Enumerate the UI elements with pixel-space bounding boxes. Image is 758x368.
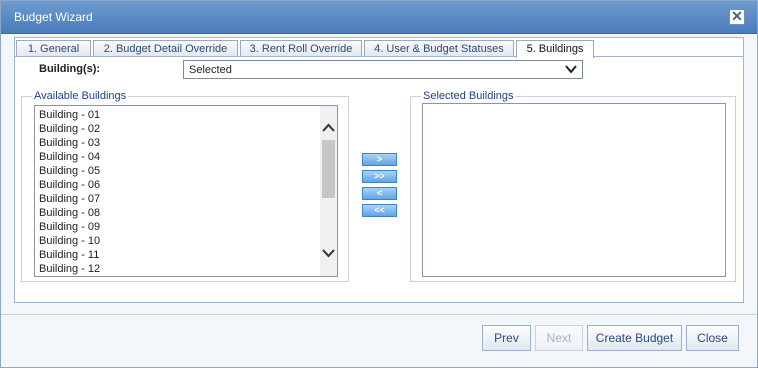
- tab-divider: [15, 56, 743, 57]
- list-item[interactable]: Building - 06: [39, 179, 100, 191]
- move-selected-left-button[interactable]: <: [362, 187, 397, 200]
- list-item[interactable]: Building - 07: [39, 193, 100, 205]
- scroll-thumb[interactable]: [322, 140, 335, 198]
- move-selected-right-button[interactable]: >: [362, 153, 397, 166]
- list-item[interactable]: Building - 04: [39, 151, 100, 163]
- list-item[interactable]: Building - 11: [39, 249, 99, 261]
- tab-user-budget-statuses[interactable]: 4. User & Budget Statuses: [364, 40, 514, 56]
- tab-general[interactable]: 1. General: [16, 40, 91, 56]
- tab-buildings[interactable]: 5. Buildings: [516, 40, 594, 58]
- list-item[interactable]: Building - 03: [39, 137, 100, 149]
- list-item[interactable]: Building - 01: [39, 109, 100, 121]
- list-item[interactable]: Building - 10: [39, 235, 100, 247]
- list-item[interactable]: Building - 05: [39, 165, 100, 177]
- buildings-filter-select[interactable]: Selected: [183, 60, 583, 79]
- move-all-right-button[interactable]: >>: [362, 170, 397, 183]
- list-item[interactable]: Building - 12: [39, 263, 100, 275]
- available-list-scrollbar[interactable]: [320, 106, 337, 276]
- move-all-left-button[interactable]: <<: [362, 204, 397, 217]
- chevron-up-icon[interactable]: [322, 122, 335, 133]
- buildings-filter-label: Building(s):: [39, 63, 101, 75]
- available-buildings-list[interactable]: Building - 01 Building - 02 Building - 0…: [34, 105, 338, 277]
- chevron-down-icon: [565, 65, 577, 74]
- selected-buildings-list[interactable]: [422, 103, 726, 277]
- close-button[interactable]: Close: [686, 325, 739, 351]
- dialog-title: Budget Wizard: [14, 10, 93, 24]
- available-buildings-group: Available Buildings Building - 01 Buildi…: [21, 90, 349, 282]
- close-icon[interactable]: ✕: [729, 9, 745, 25]
- list-item[interactable]: Building - 09: [39, 221, 100, 233]
- title-bar[interactable]: Budget Wizard ✕: [1, 1, 757, 34]
- tab-budget-detail-override[interactable]: 2. Budget Detail Override: [93, 40, 238, 56]
- selected-buildings-group: Selected Buildings: [410, 90, 736, 282]
- selected-buildings-legend: Selected Buildings: [421, 90, 516, 102]
- footer-divider: [1, 314, 757, 315]
- create-budget-button[interactable]: Create Budget: [587, 325, 682, 351]
- tab-rent-roll-override[interactable]: 3. Rent Roll Override: [240, 40, 362, 56]
- list-item[interactable]: Building - 02: [39, 123, 100, 135]
- budget-wizard-dialog: Budget Wizard ✕ 1. General 2. Budget Det…: [0, 0, 758, 368]
- chevron-down-icon[interactable]: [322, 248, 335, 259]
- buildings-filter-value: Selected: [189, 64, 232, 76]
- prev-button[interactable]: Prev: [482, 325, 531, 351]
- available-buildings-legend: Available Buildings: [32, 90, 129, 102]
- next-button[interactable]: Next: [535, 325, 583, 351]
- list-item[interactable]: Building - 08: [39, 207, 100, 219]
